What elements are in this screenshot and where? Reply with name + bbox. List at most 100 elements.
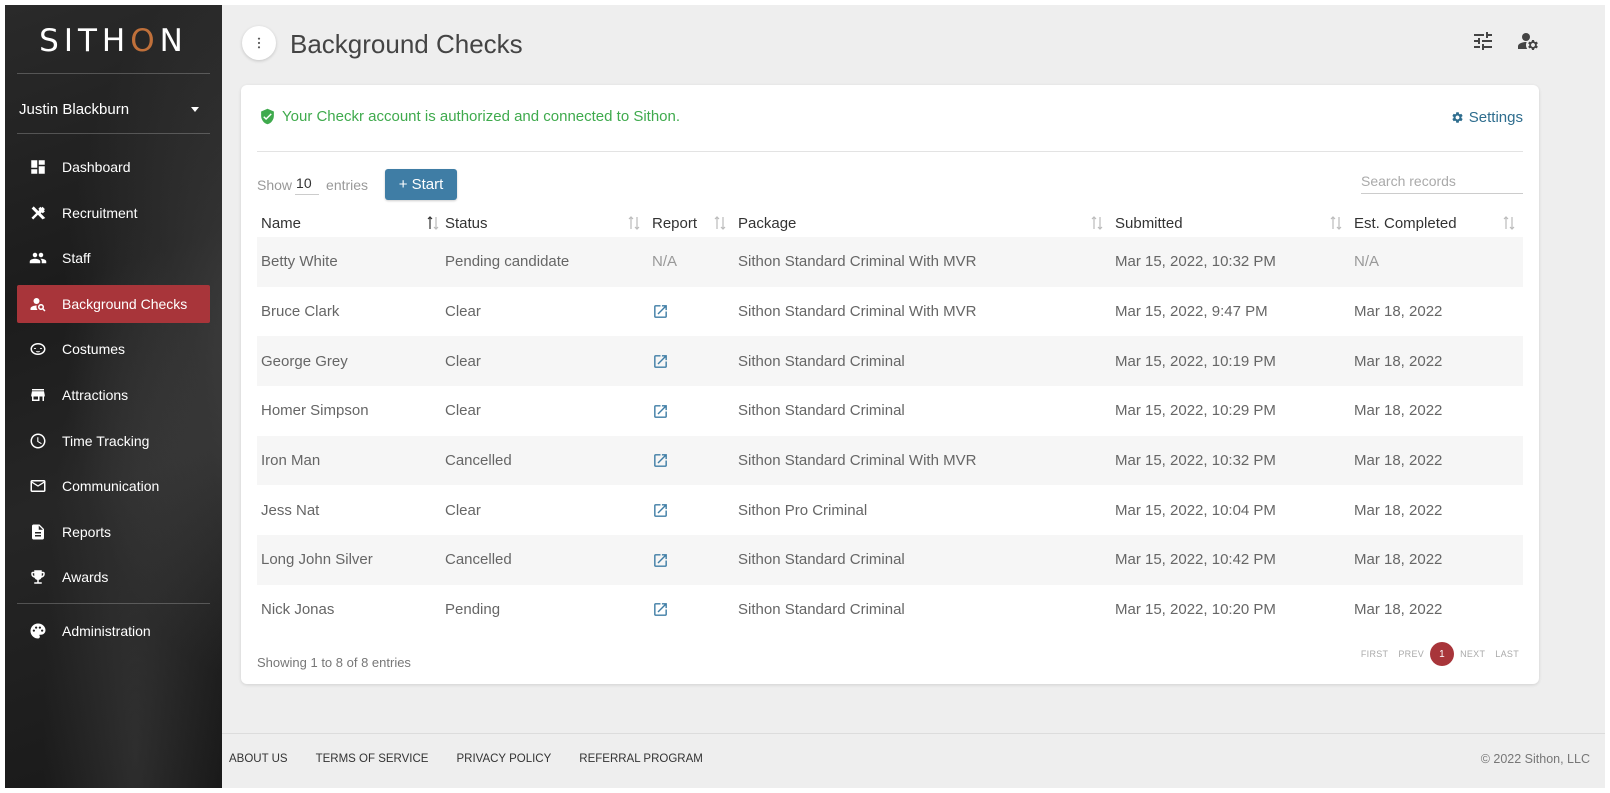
cell-name: Long John Silver [257, 535, 441, 585]
user-gear-icon [1518, 33, 1538, 50]
sidebar: SITHON Justin Blackburn Dashboard Recrui… [5, 5, 222, 788]
user-menu[interactable]: Justin Blackburn [19, 101, 209, 118]
cell-package: Sithon Standard Criminal With MVR [734, 237, 1111, 287]
external-link-icon[interactable] [652, 452, 669, 469]
cell-name: George Grey [257, 336, 441, 387]
trophy-icon [29, 568, 47, 586]
cell-submitted: Mar 15, 2022, 10:32 PM [1111, 237, 1350, 287]
cell-submitted: Mar 15, 2022, 10:19 PM [1111, 336, 1350, 387]
sidebar-item-label: Administration [62, 623, 151, 639]
cell-est-completed: N/A [1350, 237, 1523, 287]
cell-report [648, 535, 734, 585]
pagination-first[interactable]: FIRST [1361, 649, 1389, 659]
sidebar-item-staff[interactable]: Staff [17, 239, 210, 277]
sidebar-nav: Dashboard Recruitment Staff Background C… [17, 148, 210, 604]
pagination-last[interactable]: LAST [1495, 649, 1519, 659]
sidebar-divider [17, 73, 210, 74]
column-header-name[interactable]: Name [257, 210, 441, 237]
start-button[interactable]: + Start [385, 169, 457, 200]
user-settings-button[interactable] [1516, 29, 1540, 53]
sort-icon [1091, 215, 1103, 231]
auth-status-message: Your Checkr account is authorized and co… [259, 108, 680, 125]
cell-est-completed: Mar 18, 2022 [1350, 535, 1523, 585]
main-content: Background Checks Your Checkr account is… [222, 5, 1605, 788]
external-link-icon[interactable] [652, 402, 669, 419]
footer-link-about-us[interactable]: ABOUT US [229, 753, 288, 765]
pagination-page-1[interactable]: 1 [1430, 642, 1455, 666]
sidebar-item-label: Background Checks [62, 295, 188, 312]
footer-link-terms-of-service[interactable]: TERMS OF SERVICE [316, 753, 429, 765]
column-header-est-completed[interactable]: Est. Completed [1350, 210, 1523, 237]
sidebar-item-awards[interactable]: Awards [17, 558, 210, 596]
external-link-icon[interactable] [652, 601, 669, 618]
column-header-status[interactable]: Status [441, 210, 648, 237]
cell-name: Nick Jonas [261, 601, 335, 619]
filter-settings-button[interactable] [1471, 29, 1495, 53]
cell-status: Pending [445, 601, 501, 619]
external-link-icon[interactable] [652, 502, 669, 519]
footer-link-referral-program[interactable]: REFERRAL PROGRAM [579, 753, 703, 765]
storefront-icon [29, 386, 47, 404]
cell-report [648, 336, 734, 387]
sidebar-item-label: Costumes [62, 341, 126, 358]
sidebar-item-reports[interactable]: Reports [17, 513, 210, 551]
sithon-logo[interactable]: SITHON [5, 23, 222, 59]
external-link-icon[interactable] [652, 352, 669, 369]
sidebar-item-communication[interactable]: Communication [17, 467, 210, 505]
column-header-package[interactable]: Package [734, 210, 1111, 237]
column-header-submitted[interactable]: Submitted [1111, 210, 1350, 237]
copyright: © 2022 Sithon, LLC [1480, 752, 1590, 766]
sidebar-divider [17, 603, 210, 604]
external-link-icon[interactable] [652, 551, 669, 568]
sidebar-item-label: Recruitment [62, 204, 138, 221]
more-options-button[interactable] [242, 26, 276, 60]
background-checks-table: Name Status Report Package Submitted Est… [257, 210, 1523, 635]
caret-down-icon [191, 107, 199, 112]
search-input[interactable] [1361, 169, 1523, 194]
cell-est-completed: Mar 18, 2022 [1350, 435, 1523, 486]
pagination-next[interactable]: NEXT [1460, 649, 1485, 659]
cell-package: Sithon Standard Criminal [738, 402, 905, 420]
cell-name: Homer Simpson [261, 402, 369, 420]
table-row: Long John Silver Cancelled Sithon Standard… [257, 535, 1523, 585]
pagination: FIRST PREV 1 NEXT LAST [1351, 642, 1519, 666]
sidebar-item-recruitment[interactable]: Recruitment [17, 194, 210, 232]
entries-label: entries [326, 176, 369, 193]
sidebar-item-costumes[interactable]: Costumes [17, 330, 210, 368]
cell-package: Sithon Pro Criminal [738, 501, 868, 519]
sidebar-item-label: Communication [62, 478, 160, 495]
background-checks-card: Your Checkr account is authorized and co… [241, 85, 1539, 684]
dashboard-icon [29, 158, 47, 176]
document-icon [29, 523, 47, 541]
cell-est-completed: Mar 18, 2022 [1354, 303, 1443, 321]
entries-selector: Show 10 entries [257, 174, 368, 195]
entries-count-select[interactable]: 10 [295, 174, 320, 195]
sort-icon [1503, 215, 1515, 231]
cell-status: Cancelled [441, 435, 648, 486]
external-link-icon[interactable] [652, 303, 669, 320]
cell-submitted: Mar 15, 2022, 10:20 PM [1115, 601, 1276, 619]
table-row: Homer Simpson Clear Sithon Standard Crimin… [257, 386, 1523, 436]
pagination-prev[interactable]: PREV [1398, 649, 1424, 659]
cell-report [648, 386, 734, 436]
sidebar-item-time-tracking[interactable]: Time Tracking [17, 422, 210, 460]
column-header-report[interactable]: Report [648, 210, 734, 237]
footer-link-privacy-policy[interactable]: PRIVACY POLICY [456, 753, 551, 765]
cell-name: Iron Man [257, 435, 441, 486]
sidebar-item-background-checks[interactable]: Background Checks [17, 284, 210, 323]
footer: ABOUT US TERMS OF SERVICE PRIVACY POLICY… [222, 733, 1605, 788]
tools-icon [29, 204, 47, 222]
sidebar-item-dashboard[interactable]: Dashboard [17, 148, 210, 186]
clock-icon [29, 432, 47, 450]
user-name: Justin Blackburn [19, 101, 130, 118]
cell-report [648, 435, 734, 486]
sidebar-item-administration[interactable]: Administration [17, 612, 210, 650]
sidebar-item-attractions[interactable]: Attractions [17, 376, 210, 414]
table-info: Showing 1 to 8 of 8 entries [257, 655, 411, 670]
cell-report [648, 287, 734, 337]
gear-icon [1452, 112, 1463, 123]
cell-name: Jess Nat [261, 501, 320, 519]
settings-link[interactable]: Settings [1451, 109, 1523, 126]
table-row: Iron Man Cancelled Sithon Standard Crimina… [257, 435, 1523, 486]
palette-icon [29, 622, 47, 640]
